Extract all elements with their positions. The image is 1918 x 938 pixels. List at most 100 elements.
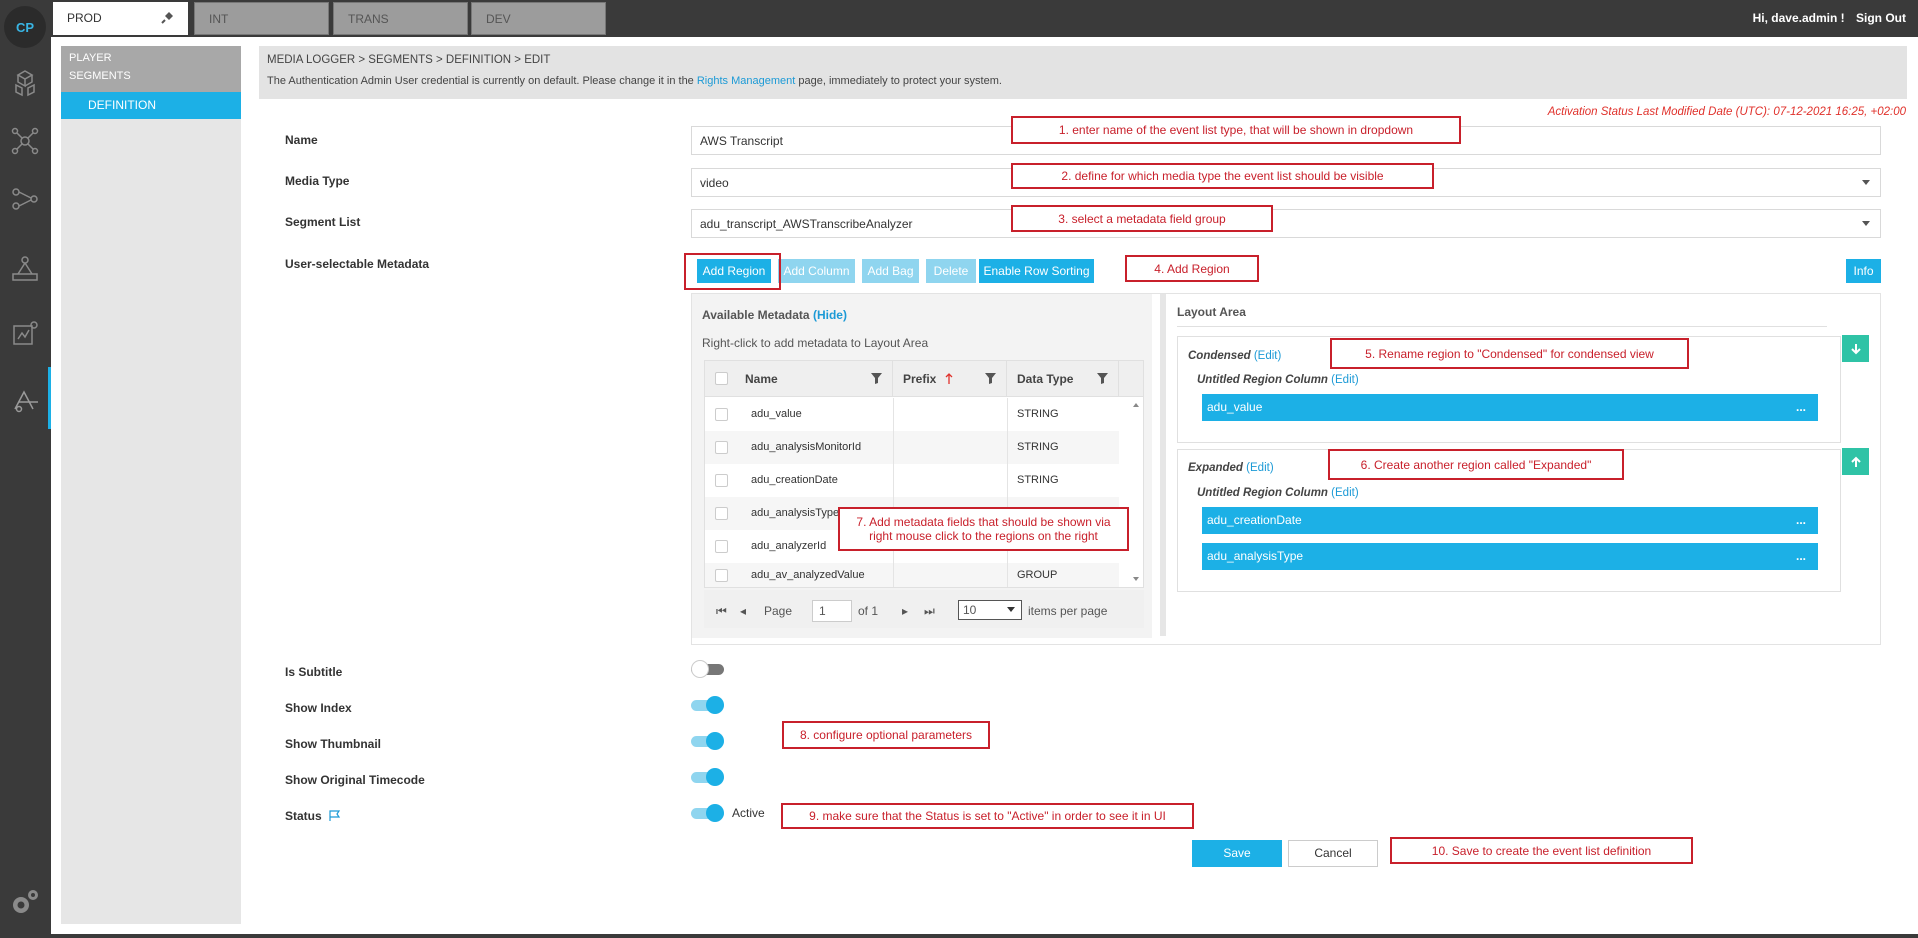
credential-warning: The Authentication Admin User credential…: [267, 74, 1899, 88]
first-page-icon[interactable]: ⏮: [716, 604, 727, 619]
column-title: Untitled Region Column (Edit): [1197, 487, 1359, 499]
field-name: adu_creationDate: [1207, 513, 1302, 527]
row-checkbox[interactable]: [715, 408, 728, 421]
annotation-2: 2. define for which media type the event…: [1011, 163, 1434, 189]
cubes-icon[interactable]: [6, 64, 44, 102]
row-checkbox[interactable]: [715, 507, 728, 520]
subnav-item-player[interactable]: PLAYER: [69, 50, 233, 68]
edit-region-link[interactable]: (Edit): [1246, 462, 1273, 474]
top-bar: PROD INT TRANS DEV Hi, dave.admin ! Sign…: [51, 0, 1918, 37]
rights-management-link[interactable]: Rights Management: [697, 75, 795, 87]
field-item[interactable]: adu_value...: [1202, 394, 1818, 421]
env-tab-int[interactable]: INT: [194, 2, 329, 35]
row-type: STRING: [1017, 474, 1059, 486]
field-item[interactable]: adu_analysisType...: [1202, 543, 1818, 570]
app-logo[interactable]: CP: [4, 6, 46, 48]
filter-icon[interactable]: [985, 373, 996, 384]
hide-link[interactable]: (Hide): [813, 308, 847, 322]
more-options-icon[interactable]: ...: [1796, 513, 1806, 527]
save-button[interactable]: Save: [1192, 840, 1282, 867]
annotation-5: 5. Rename region to "Condensed" for cond…: [1330, 338, 1689, 369]
plug-icon: [160, 9, 176, 28]
col-prefix-label: Prefix: [903, 372, 937, 386]
show-thumbnail-toggle[interactable]: [691, 732, 724, 750]
page-number-input[interactable]: 1: [812, 600, 852, 622]
available-metadata-panel: Available Metadata (Hide) Right-click to…: [692, 294, 1152, 638]
items-per-page-select[interactable]: 10: [958, 600, 1022, 620]
env-tab-dev[interactable]: DEV: [471, 2, 606, 35]
more-options-icon[interactable]: ...: [1796, 549, 1806, 563]
row-checkbox[interactable]: [715, 441, 728, 454]
rail-active-indicator: [48, 367, 51, 429]
metadata-label: User-selectable Metadata: [285, 257, 430, 271]
subnav-item-segments[interactable]: SEGMENTS: [69, 68, 233, 86]
subnav-item-definition[interactable]: DEFINITION: [61, 92, 241, 119]
show-index-label: Show Index: [285, 701, 352, 715]
share-nodes-icon[interactable]: [6, 180, 44, 218]
row-checkbox[interactable]: [715, 474, 728, 487]
column-name: Untitled Region Column: [1197, 374, 1328, 386]
breadcrumb-area: MEDIA LOGGER > SEGMENTS > DEFINITION > E…: [259, 46, 1907, 99]
annotation-9: 9. make sure that the Status is set to "…: [781, 803, 1194, 829]
col-header-data-type[interactable]: Data Type: [1007, 361, 1119, 397]
show-original-timecode-label: Show Original Timecode: [285, 773, 425, 787]
row-name: adu_creationDate: [751, 474, 838, 486]
media-type-label: Media Type: [285, 174, 350, 188]
edit-column-link[interactable]: (Edit): [1331, 487, 1358, 499]
field-item[interactable]: adu_creationDate...: [1202, 507, 1818, 534]
edit-column-link[interactable]: (Edit): [1331, 374, 1358, 386]
panel-splitter[interactable]: [1160, 294, 1166, 636]
dashboard-icon[interactable]: [6, 315, 44, 353]
segment-list-select[interactable]: adu_transcript_AWSTranscribeAnalyzer: [691, 209, 1881, 238]
left-rail: CP: [0, 0, 51, 938]
add-column-button[interactable]: Add Column: [778, 259, 855, 283]
info-button[interactable]: Info: [1846, 259, 1881, 283]
env-tab-trans[interactable]: TRANS: [333, 2, 468, 35]
cancel-button[interactable]: Cancel: [1288, 840, 1378, 867]
add-bag-button[interactable]: Add Bag: [862, 259, 919, 283]
show-index-toggle[interactable]: [691, 696, 724, 714]
user-greeting: Hi, dave.admin !: [1752, 11, 1845, 25]
table-row[interactable]: adu_analysisMonitorId STRING: [705, 431, 1119, 464]
show-original-timecode-toggle[interactable]: [691, 768, 724, 786]
sub-navigation: PLAYER SEGMENTS DEFINITION: [61, 46, 241, 924]
workflow-icon[interactable]: [6, 250, 44, 288]
network-icon[interactable]: [6, 122, 44, 160]
delete-button[interactable]: Delete: [926, 259, 976, 283]
prev-page-icon[interactable]: ◂: [740, 604, 746, 618]
settings-icon[interactable]: [6, 884, 44, 922]
table-row[interactable]: adu_value STRING: [705, 398, 1119, 431]
col-header-name[interactable]: Name: [735, 361, 893, 397]
grid-scrollbar[interactable]: [1129, 397, 1143, 587]
is-subtitle-toggle[interactable]: [691, 660, 724, 678]
table-row[interactable]: adu_av_analyzedValue GROUP: [705, 563, 1119, 587]
edit-region-link[interactable]: (Edit): [1254, 350, 1281, 362]
col-name-label: Name: [745, 372, 778, 386]
available-title-text: Available Metadata: [702, 308, 810, 322]
filter-icon[interactable]: [1097, 373, 1108, 384]
region-title: Condensed (Edit): [1188, 350, 1281, 362]
media-logger-icon[interactable]: [6, 380, 44, 418]
name-input-value: AWS Transcript: [700, 134, 783, 148]
next-page-icon[interactable]: ▸: [902, 604, 908, 618]
table-row[interactable]: adu_creationDate STRING: [705, 464, 1119, 497]
row-checkbox[interactable]: [715, 569, 728, 582]
warning-text-post: page, immediately to protect your system…: [795, 75, 1002, 87]
enable-row-sorting-button[interactable]: Enable Row Sorting: [979, 259, 1094, 283]
region-name: Expanded: [1188, 462, 1243, 474]
app-root: CP PROD INT TRANS DEV Hi, dave.admin ! S…: [0, 0, 1918, 938]
env-tab-prod[interactable]: PROD: [53, 2, 188, 35]
metadata-grid: Name Prefix Data Type adu_value STRING a…: [704, 360, 1144, 588]
row-checkbox[interactable]: [715, 540, 728, 553]
filter-icon[interactable]: [871, 373, 882, 384]
last-page-icon[interactable]: ⏭: [924, 604, 935, 619]
col-header-prefix[interactable]: Prefix: [893, 361, 1007, 397]
row-name: adu_analysisMonitorId: [751, 441, 862, 453]
move-down-icon[interactable]: [1842, 335, 1869, 362]
row-name: adu_analyzerId: [751, 540, 827, 552]
more-options-icon[interactable]: ...: [1796, 400, 1806, 414]
sign-out-link[interactable]: Sign Out: [1856, 11, 1906, 25]
select-all-checkbox[interactable]: [715, 372, 728, 385]
status-toggle[interactable]: [691, 804, 724, 822]
move-up-icon[interactable]: [1842, 448, 1869, 475]
